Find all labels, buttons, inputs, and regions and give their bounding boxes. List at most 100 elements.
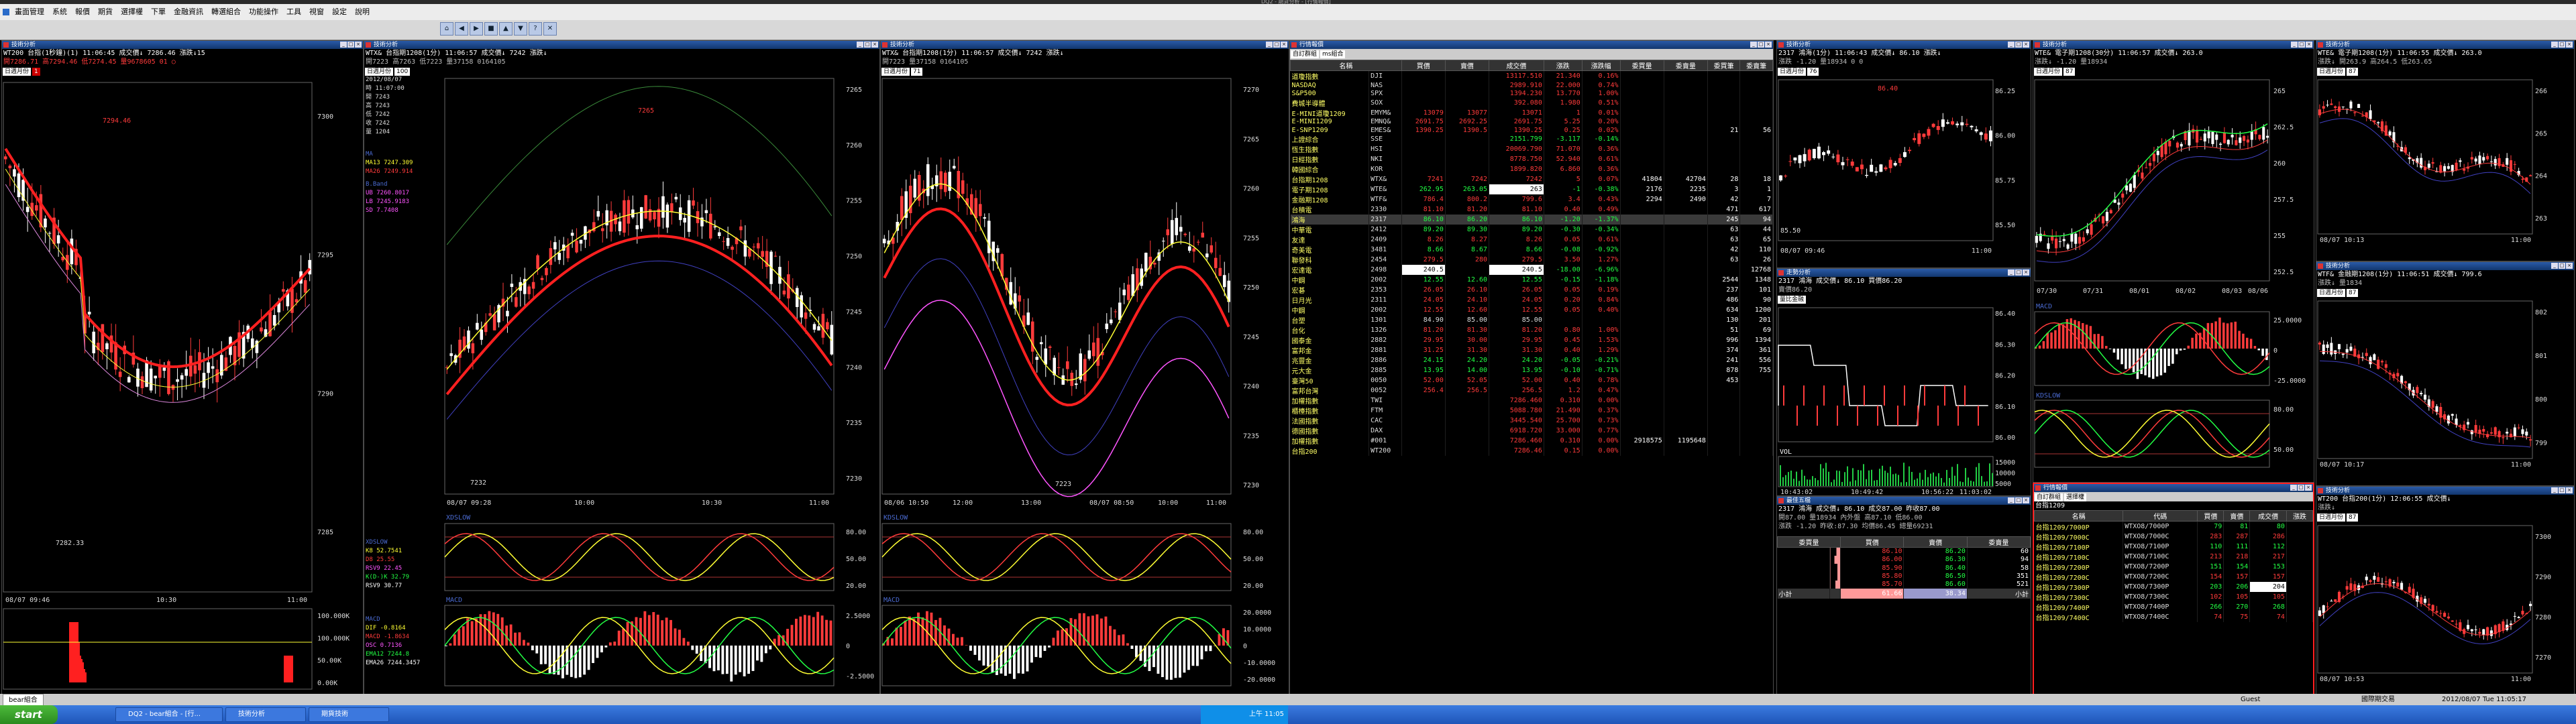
- task-futures[interactable]: 期貨技術: [309, 707, 389, 722]
- count-select[interactable]: 87: [2347, 289, 2359, 297]
- minimize-button[interactable]: _: [1750, 42, 1757, 48]
- quote-row[interactable]: 中鋼 2002 12.55 12.60 12.55 0.05 0.40% 634 1200: [1290, 305, 1773, 316]
- quote-row[interactable]: E-MINI1209 EMNQ& 2691.75 2692.25 2691.75 5.25…: [1290, 117, 1773, 126]
- close-button[interactable]: ×: [2566, 42, 2573, 48]
- quote-row[interactable]: 奇美電 3481 8.66 8.67 8.66 -0.08 -0.92% 42 110: [1290, 245, 1773, 255]
- group-name-select[interactable]: 選擇權: [2064, 493, 2087, 501]
- quote-row[interactable]: 富邦金 2881 31.25 31.30 31.30 0.40 1.29% 374 361: [1290, 345, 1773, 356]
- menu-item-9[interactable]: 工具: [282, 4, 305, 20]
- best-five-row[interactable]: 85.90 86.40 58: [1777, 564, 2031, 572]
- maximize-button[interactable]: □: [864, 42, 871, 48]
- close-button[interactable]: ×: [1765, 42, 1772, 48]
- window-titlebar[interactable]: 技術分析 _ □ ×: [881, 41, 1289, 49]
- close-button[interactable]: ×: [2566, 487, 2573, 493]
- column-header[interactable]: 委賣量: [1663, 60, 1708, 71]
- best-five-row[interactable]: 85.70 86.60 521: [1777, 580, 2031, 589]
- column-header[interactable]: 買價: [1401, 60, 1446, 71]
- minimize-button[interactable]: _: [1266, 42, 1273, 48]
- column-header[interactable]: 買價: [2197, 510, 2224, 522]
- minimize-button[interactable]: _: [340, 42, 347, 48]
- candlestick-chart[interactable]: 80280180079908/07 10:17 11:00: [2316, 298, 2574, 483]
- quote-row[interactable]: 友達 2409 8.26 8.27 8.26 0.05 0.61% 63 65: [1290, 235, 1773, 245]
- minimize-button[interactable]: _: [857, 42, 863, 48]
- candlestick-chart[interactable]: 265262.5260257.5255252.507/30 07/31 08/01 0…: [2033, 77, 2314, 479]
- quote-row[interactable]: E-MINI道瓊1209 EMYM& 13079 13077 13071 1 0.01%: [1290, 107, 1773, 118]
- count-select[interactable]: 87: [2347, 514, 2359, 522]
- count-select[interactable]: 71: [911, 68, 923, 76]
- count-select[interactable]: 76: [1807, 68, 1819, 76]
- period-select[interactable]: 日週月份: [2317, 68, 2346, 76]
- maximize-button[interactable]: □: [2298, 42, 2305, 48]
- maximize-button[interactable]: □: [2298, 485, 2304, 491]
- maximize-button[interactable]: □: [1758, 42, 1764, 48]
- best-five-row[interactable]: 86.10 86.20 60: [1777, 547, 2031, 556]
- column-header[interactable]: 成交價: [1489, 60, 1544, 71]
- quote-row[interactable]: 櫃檯指數 FTM 5088.780 21.490 0.37%: [1290, 406, 1773, 416]
- minimize-button[interactable]: _: [2291, 42, 2298, 48]
- quote-row[interactable]: 國泰金 2882 29.95 30.00 29.95 0.45 1.53% 996 1394: [1290, 335, 1773, 346]
- quote-row[interactable]: 法國指數 CAC 3445.540 25.700 0.73%: [1290, 416, 1773, 426]
- quote-row[interactable]: E-SNP1209 EMES& 1390.25 1390.5 1390.25 0.25 0.…: [1290, 125, 1773, 135]
- menu-item-1[interactable]: 系統: [48, 4, 71, 20]
- option-row[interactable]: 台指1209/7000C WTXO8/7000C 283 287 286: [2034, 532, 2313, 542]
- minimize-button[interactable]: _: [2008, 497, 2015, 503]
- window-titlebar[interactable]: 走勢分析 _ □ ×: [1777, 269, 2031, 277]
- menu-item-7[interactable]: 轉選組合: [207, 4, 245, 20]
- candlestick-chart[interactable]: 7265726072557250724572407235723072657232…: [443, 76, 879, 692]
- column-header[interactable]: 成交價: [2249, 510, 2287, 522]
- quote-row[interactable]: 上證綜合 SSE 2151.799 -3.117 -0.14%: [1290, 134, 1773, 145]
- quote-row[interactable]: 台指期1208 WTX& 7241 7242 7242 5 0.07% 41804 42704 2…: [1290, 174, 1773, 185]
- maximize-button[interactable]: □: [2015, 42, 2022, 48]
- period-select[interactable]: 日週月份: [1778, 68, 1807, 76]
- option-row[interactable]: 台指1209/7000P WTXO8/7000P 79 81 80: [2034, 521, 2313, 532]
- best-five-row[interactable]: 86.00 86.30 94: [1777, 555, 2031, 564]
- quote-row[interactable]: 恆生指數 HSI 20069.790 71.070 0.36%: [1290, 144, 1773, 155]
- column-header[interactable]: 名稱: [2034, 510, 2124, 522]
- quote-row[interactable]: NASDAQ NAS 2989.910 22.000 0.74%: [1290, 81, 1773, 90]
- period-select[interactable]: 日週月份: [881, 68, 910, 76]
- menu-item-12[interactable]: 說明: [351, 4, 374, 20]
- start-button[interactable]: start: [0, 705, 58, 724]
- quote-row[interactable]: 日經指數 NKI 8778.750 52.940 0.61%: [1290, 154, 1773, 165]
- quote-row[interactable]: 電子期1208 WTE& 262.95 263.05 263 -1 -0.38% 2176 22…: [1290, 184, 1773, 195]
- close-button[interactable]: ×: [1281, 42, 1287, 48]
- quote-row[interactable]: 德國指數 DAX 6918.720 33.000 0.77%: [1290, 426, 1773, 436]
- group-name-select[interactable]: ms組合: [1320, 50, 1346, 58]
- quote-row[interactable]: 宏達電 2498 240.5 240.5 -18.00 -6.96% 12768: [1290, 265, 1773, 276]
- app-menu-icon[interactable]: [3, 9, 9, 15]
- close-button[interactable]: ×: [871, 42, 878, 48]
- menu-item-8[interactable]: 功能操作: [245, 4, 282, 20]
- quote-row[interactable]: 中華電 2412 89.20 89.30 89.20 -0.30 -0.34% 63 44: [1290, 225, 1773, 235]
- count-select[interactable]: 87: [2347, 68, 2359, 76]
- window-titlebar[interactable]: 技術分析 _ □ ×: [2316, 487, 2574, 495]
- option-row[interactable]: 台指1209/7400P WTXO8/7400P 266 270 268: [2034, 602, 2313, 612]
- maximize-button[interactable]: □: [2015, 497, 2022, 503]
- minimize-button[interactable]: _: [2551, 487, 2558, 493]
- quote-row[interactable]: 聯發科 2454 279.5 280 279.5 3.50 1.27% 63 26: [1290, 255, 1773, 265]
- maximize-button[interactable]: □: [2015, 269, 2022, 276]
- menu-item-5[interactable]: 下單: [147, 4, 170, 20]
- column-header[interactable]: 漲跌: [2286, 510, 2313, 522]
- candlestick-chart[interactable]: 730072907280727008/07 10:53 11:00: [2316, 523, 2574, 697]
- menu-item-6[interactable]: 金融資訊: [170, 4, 207, 20]
- window-titlebar[interactable]: 技術分析 _ □ ×: [2316, 262, 2574, 270]
- window-titlebar[interactable]: 技術分析 _ □ ×: [1777, 41, 2031, 49]
- maximize-button[interactable]: □: [2559, 487, 2565, 493]
- toolbar-button-5[interactable]: ▼: [514, 22, 527, 36]
- column-header[interactable]: 委買筆: [1707, 60, 1741, 71]
- period-select[interactable]: 日週月份: [2317, 289, 2346, 297]
- maximize-button[interactable]: □: [2559, 263, 2565, 269]
- count-select[interactable]: 100: [394, 68, 411, 76]
- quote-row[interactable]: 兆豐金 2886 24.15 24.20 24.20 -0.05 -0.21% 241 556: [1290, 355, 1773, 366]
- toolbar-button-4[interactable]: ▲: [499, 22, 513, 36]
- quote-row[interactable]: 臺灣50 0050 52.00 52.05 52.00 0.40 0.78% 453: [1290, 375, 1773, 386]
- column-header[interactable]: 名稱: [1290, 60, 1402, 71]
- group-select[interactable]: 自訂群組: [2035, 493, 2063, 501]
- quote-row[interactable]: 加權指數 TWI 7286.460 0.310 0.00%: [1290, 396, 1773, 406]
- task-dq2[interactable]: DQ2 - bear組合 - [行...: [115, 707, 223, 722]
- column-header[interactable]: 漲跌: [1543, 60, 1582, 71]
- period-select[interactable]: 日週月份: [2317, 514, 2346, 522]
- quote-row[interactable]: 台塑 1301 84.90 85.00 85.00 130 201: [1290, 315, 1773, 326]
- count-select[interactable]: 1: [32, 68, 40, 76]
- maximize-button[interactable]: □: [347, 42, 354, 48]
